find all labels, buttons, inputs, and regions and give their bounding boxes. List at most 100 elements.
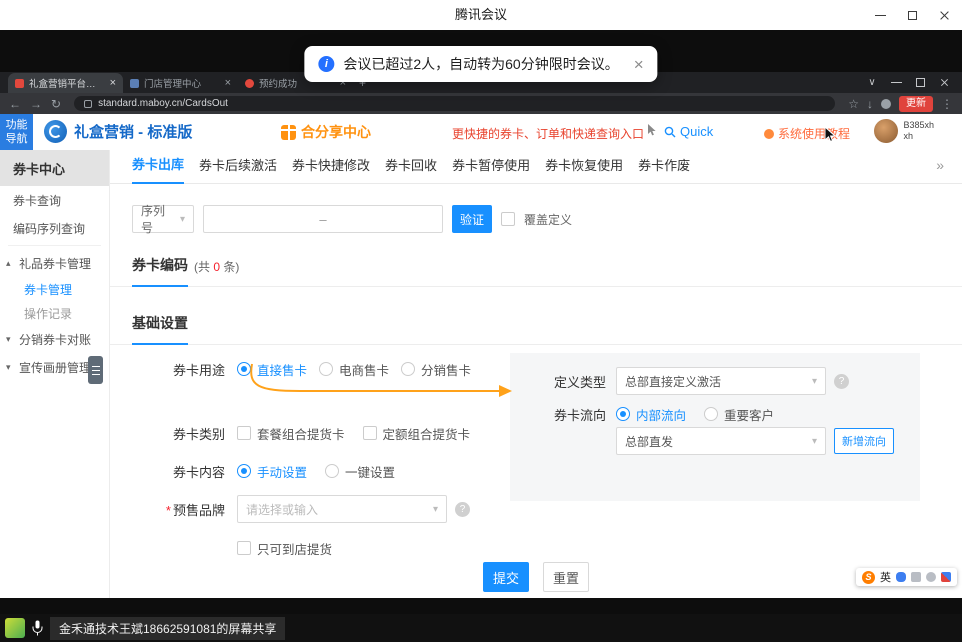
- ime-mode-icon[interactable]: [926, 572, 936, 582]
- serial-input[interactable]: [203, 205, 443, 233]
- close-button[interactable]: [928, 0, 960, 30]
- option-label: 定额组合提货卡: [383, 424, 471, 443]
- option-label: 电商售卡: [339, 360, 389, 379]
- sidebar-item-card-mgmt[interactable]: 券卡管理: [0, 277, 109, 301]
- tab-card-resume[interactable]: 券卡恢复使用: [545, 155, 623, 183]
- define-type-row: 定义类型 总部直接定义激活 ▾ ?: [510, 367, 920, 395]
- tab-close-icon[interactable]: ×: [225, 78, 231, 89]
- sidebar-collapse-toggle[interactable]: [88, 356, 103, 384]
- ime-mic-icon[interactable]: [896, 572, 906, 582]
- sidebar-item-operation-log[interactable]: 操作记录: [0, 301, 109, 325]
- triangle-down-icon: ▾: [6, 362, 16, 373]
- tutorial-link[interactable]: 系统使用教程: [764, 125, 850, 142]
- browser-maximize-button[interactable]: [908, 72, 932, 93]
- profile-icon[interactable]: [881, 99, 891, 109]
- quick-search-link[interactable]: Quick: [664, 124, 713, 139]
- checkbox-icon: [237, 541, 251, 555]
- bookmark-star-icon[interactable]: ☆: [848, 98, 859, 110]
- minimize-button[interactable]: [864, 0, 896, 30]
- option-important-customer[interactable]: 重要客户: [704, 405, 774, 424]
- download-icon[interactable]: ↓: [867, 98, 873, 110]
- brand-placeholder: 请选择或输入: [246, 501, 318, 518]
- override-label: 覆盖定义: [524, 211, 572, 228]
- submit-button[interactable]: 提交: [483, 562, 529, 592]
- tab-card-outbound[interactable]: 券卡出库: [132, 154, 184, 184]
- help-icon[interactable]: ?: [455, 502, 470, 517]
- forward-icon[interactable]: →: [30, 98, 42, 110]
- sidebar-group-distribution-account[interactable]: ▾ 分销券卡对账: [0, 325, 109, 353]
- add-flow-button[interactable]: 新增流向: [834, 428, 894, 454]
- flow-select-row: 总部直发 ▾ 新增流向: [510, 427, 920, 455]
- reload-icon[interactable]: ↻: [51, 98, 61, 110]
- chevron-down-icon: ▾: [180, 214, 185, 225]
- option-ecommerce-sale[interactable]: 电商售卡: [319, 360, 389, 379]
- kebab-menu-icon[interactable]: ⋮: [941, 98, 953, 110]
- quick-search-label: Quick: [680, 124, 713, 139]
- browser-tab-store-center[interactable]: 门店管理中心 ×: [123, 73, 238, 93]
- site-logo: 礼盒营销 - 标准版: [44, 120, 192, 143]
- option-package-combo-card[interactable]: 套餐组合提货卡: [237, 424, 345, 443]
- sidebar-item-code-serial-query[interactable]: 编码序列查询: [0, 214, 109, 242]
- verify-button[interactable]: 验证: [452, 205, 492, 233]
- card-flow-label: 券卡流向: [510, 405, 606, 424]
- option-store-pickup-only[interactable]: 只可到店提货: [237, 539, 332, 558]
- window-controls: [864, 0, 960, 30]
- pointer-hand-icon: [648, 124, 658, 142]
- count-prefix: (共: [194, 260, 213, 274]
- browser-menu-chevron-icon[interactable]: ∨: [860, 72, 884, 93]
- radio-on-icon: [237, 362, 251, 376]
- checkbox-icon: [237, 426, 251, 440]
- user-account[interactable]: B385xh xh: [874, 119, 934, 143]
- define-type-select[interactable]: 总部直接定义激活 ▾: [616, 367, 826, 395]
- browser-update-button[interactable]: 更新: [899, 96, 933, 112]
- site-info-icon: [84, 100, 92, 108]
- back-icon[interactable]: ←: [9, 98, 21, 110]
- tab-card-void[interactable]: 券卡作废: [638, 155, 690, 183]
- option-fixed-combo-card[interactable]: 定额组合提货卡: [363, 424, 471, 443]
- browser-close-button[interactable]: [932, 72, 956, 93]
- tab-card-activate[interactable]: 券卡后续激活: [199, 155, 277, 183]
- option-internal-flow[interactable]: 内部流向: [616, 405, 686, 424]
- address-bar[interactable]: standard.maboy.cn/CardsOut: [74, 96, 835, 111]
- define-type-label: 定义类型: [510, 372, 606, 391]
- ime-toolbox-icon[interactable]: [941, 572, 951, 582]
- sidebar-title: 券卡中心: [0, 150, 109, 186]
- tab-card-quick-edit[interactable]: 券卡快捷修改: [292, 155, 370, 183]
- flow-select[interactable]: 总部直发 ▾: [616, 427, 826, 455]
- quick-entry-link[interactable]: 更快捷的券卡、订单和快递查询入口: [452, 125, 644, 142]
- browser-tab-gift-platform[interactable]: 礼盒营销平台管理中心 ×: [8, 73, 123, 93]
- function-nav-toggle[interactable]: 功能导航: [0, 114, 33, 150]
- option-distribution-sale[interactable]: 分销售卡: [401, 360, 471, 379]
- option-direct-sale[interactable]: 直接售卡: [237, 360, 307, 379]
- ime-logo-icon[interactable]: S: [862, 571, 875, 584]
- radio-on-icon: [237, 464, 251, 478]
- tab-card-pause[interactable]: 券卡暂停使用: [452, 155, 530, 183]
- reset-button[interactable]: 重置: [543, 562, 589, 592]
- serial-type-select[interactable]: 序列号 ▾: [132, 205, 194, 233]
- presale-brand-select[interactable]: 请选择或输入 ▾: [237, 495, 447, 523]
- card-flow-row: 券卡流向 内部流向 重要客户: [510, 405, 920, 423]
- sidebar: 券卡中心 券卡查询 编码序列查询 ▴ 礼品券卡管理 券卡管理 操作记录 ▾ 分销…: [0, 150, 110, 598]
- count-suffix: 条): [220, 260, 239, 274]
- chevron-down-icon: ▾: [812, 376, 817, 387]
- ime-keyboard-icon[interactable]: [911, 572, 921, 582]
- ime-language-indicator[interactable]: 英: [880, 569, 891, 585]
- tab-close-icon[interactable]: ×: [110, 78, 116, 89]
- maximize-button[interactable]: [896, 0, 928, 30]
- toast-close-icon[interactable]: ×: [634, 56, 644, 73]
- collapse-panel-icon[interactable]: »: [936, 157, 944, 173]
- option-manual-setup[interactable]: 手动设置: [237, 462, 307, 481]
- meeting-titlebar: 腾讯会议: [0, 0, 962, 30]
- share-center-link[interactable]: 合分享中心: [281, 122, 371, 142]
- help-icon[interactable]: ?: [834, 374, 849, 389]
- tab-card-recycle[interactable]: 券卡回收: [385, 155, 437, 183]
- sidebar-group-gift-card-mgmt[interactable]: ▴ 礼品券卡管理: [0, 249, 109, 277]
- override-checkbox[interactable]: [501, 212, 515, 226]
- sidebar-group-label: 分销券卡对账: [19, 331, 91, 348]
- site-header: 功能导航 礼盒营销 - 标准版 合分享中心 更快捷的券卡、订单和快递查询入口 Q…: [0, 114, 962, 150]
- browser-minimize-button[interactable]: [884, 72, 908, 93]
- sidebar-item-card-query[interactable]: 券卡查询: [0, 186, 109, 214]
- mic-icon[interactable]: [32, 620, 43, 636]
- option-one-click-setup[interactable]: 一键设置: [325, 462, 395, 481]
- define-type-value: 总部直接定义激活: [625, 373, 721, 390]
